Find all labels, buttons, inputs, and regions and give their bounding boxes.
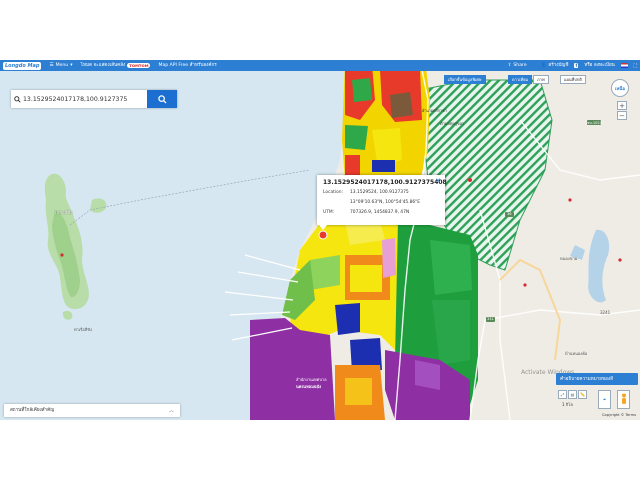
copyright-text[interactable]: Copyright © Terms <box>602 413 636 417</box>
popup-value: 707326.9, 1454837.9, 47N <box>350 210 410 215</box>
scale-bar: 1 กิโล <box>562 402 573 407</box>
map-label-route-2: 36 <box>507 212 512 216</box>
compass-control[interactable]: เหนือ <box>611 79 629 97</box>
zoom-out-button[interactable]: − <box>617 111 627 120</box>
popup-row: UTM: 707326.9, 1454837.9, 47N <box>323 210 409 215</box>
map-label-city-1: สำนักงานเทศบาล <box>296 377 327 382</box>
map-type-control: แผนที่ปกติ <box>560 75 586 84</box>
nearby-label: สถานที่ใกล้เคียงสำคัญ <box>10 408 55 413</box>
street-view-button[interactable] <box>617 390 630 409</box>
color-legend-button[interactable]: คำอธิบายความหมายของสี <box>556 373 638 385</box>
location-popup: 13.1529524017178,100.9127375408 ✕ Locati… <box>317 175 447 230</box>
layer-tabs: ดาวเทียม ภาพ <box>508 75 549 84</box>
plus-icon: + <box>619 101 625 110</box>
popup-row: 13°09'10.63"N, 100°54'45.86"E <box>323 200 420 205</box>
legend-label: คำอธิบายความหมายของสี <box>560 376 613 382</box>
popup-key <box>323 200 350 205</box>
location-pin-icon[interactable] <box>318 230 328 240</box>
tomtom-badge: TOMTOM <box>127 63 151 68</box>
menu-button[interactable]: ☰ Menu ▾ <box>49 63 72 68</box>
register-link[interactable]: 👤 สร้างบัญชี <box>541 62 569 69</box>
popup-row: Location: 13.1529524, 100.9127375 <box>323 190 409 195</box>
register-label: สร้างบัญชี <box>548 63 569 68</box>
menu-icon: ☰ <box>49 63 54 68</box>
gps-icon: ⌖ <box>603 396 606 403</box>
popup-value: 13°09'10.63"N, 100°54'45.86"E <box>350 200 420 205</box>
search-icon <box>14 95 21 103</box>
layer-dropdown[interactable]: เลือกชั้นข้อมูลพิเศษ <box>444 75 486 84</box>
share-icon: ⇪ <box>507 63 512 68</box>
minus-icon: − <box>619 111 625 120</box>
map-label-route-1: 331 <box>487 317 494 321</box>
zoom-in-button[interactable]: + <box>617 101 627 110</box>
screen-margin-top <box>0 0 640 60</box>
nearby-places-panel[interactable]: สถานที่ใกล้เคียงสำคัญ ︿ <box>4 404 180 417</box>
traffic-link[interactable]: โหมด จะแสดงเส้นคลัง TOMTOM <box>81 62 151 69</box>
map-label-route-3: 3241 <box>600 310 611 315</box>
facebook-icon[interactable]: f <box>574 63 579 68</box>
map-label-right-2: บ้านหนองค้อ <box>565 351 588 356</box>
tab-image[interactable]: ภาพ <box>533 75 549 84</box>
compass-icon: เหนือ <box>614 86 626 92</box>
share-button[interactable]: ⇪ Share <box>508 63 527 68</box>
tab-satellite[interactable]: ดาวเทียม <box>508 75 533 84</box>
chevron-down-icon: ▾ <box>70 63 73 68</box>
layer-controls: เลือกชั้นข้อมูลพิเศษ <box>444 75 486 84</box>
search-input[interactable] <box>23 95 143 103</box>
map-label-road-code: ชบ.1020 <box>587 121 603 125</box>
top-bar: Longdo Map ☰ Menu ▾ โหมด จะแสดงเส้นคลัง … <box>0 60 640 71</box>
map-label-right-1: หนองขาม <box>560 256 578 261</box>
map-type-dropdown[interactable]: แผนที่ปกติ <box>560 75 586 84</box>
share-label: Share <box>513 63 527 68</box>
search-bar <box>11 90 177 108</box>
popup-value: 13.1529524, 100.9127375 <box>350 190 409 195</box>
pegman-icon <box>621 393 626 404</box>
menu-label: Menu <box>55 63 69 68</box>
popup-key: UTM: <box>323 210 335 215</box>
layers-icon[interactable]: ▤ <box>568 390 577 399</box>
map-canvas[interactable] <box>0 60 640 420</box>
screen-margin-bottom <box>0 420 640 480</box>
popup-title: 13.1529524017178,100.9127375408 <box>323 179 447 186</box>
map-tools: ⤢ ▤ 📏 <box>558 390 587 399</box>
map-label-island: เกาะสีชัง <box>55 211 73 216</box>
map-label-pier: ท่าเรือสีชัง <box>74 327 92 332</box>
language-flag-icon[interactable] <box>620 63 628 68</box>
user-icon: 👤 <box>540 63 547 68</box>
map-label-coast-town: ตำบลทุ่งสุขลา <box>440 121 465 126</box>
measure-icon[interactable]: ⤢ <box>558 390 567 399</box>
ruler-icon[interactable]: 📏 <box>578 390 587 399</box>
traffic-label: โหมด จะแสดงเส้นคลัง <box>80 63 126 68</box>
map-api-link[interactable]: Map API Free สำหรับองค์กร <box>158 62 216 69</box>
search-box <box>11 90 147 108</box>
map-app: เกาะสีชัง ท่าเรือสีชัง อำเภอศรีราชา สำนั… <box>0 60 640 420</box>
map-label-district: อำเภอศรีราชา <box>422 108 448 113</box>
login-link[interactable]: หรือ ลงทะเบียน <box>584 62 615 69</box>
search-icon <box>157 94 167 104</box>
map-label-city-2: นครแหลมฉบัง <box>296 384 322 389</box>
close-icon[interactable]: ✕ <box>435 177 441 185</box>
chevron-up-icon: ︿ <box>168 408 174 414</box>
longdo-logo[interactable]: Longdo Map <box>3 61 42 70</box>
search-button[interactable] <box>147 90 177 108</box>
gps-button[interactable]: ⌖ <box>598 390 611 409</box>
fullscreen-icon[interactable]: ⛶ <box>634 63 637 69</box>
popup-key: Location: <box>323 190 344 195</box>
